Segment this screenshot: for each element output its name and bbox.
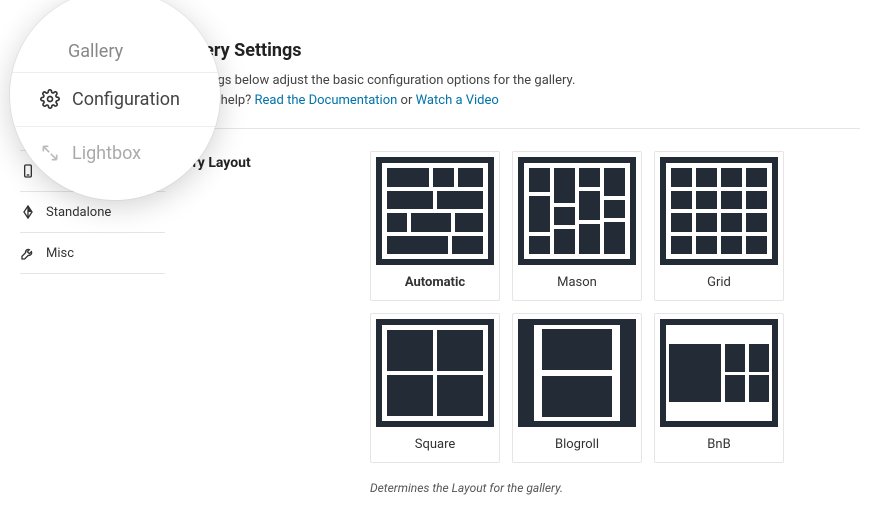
layout-row-label: ery Layout [185,151,370,171]
layout-option-bnb[interactable]: BnB [654,313,784,463]
magnifier-label: Gallery [68,41,123,62]
layout-option-label: Square [415,437,456,452]
page-title: allery Settings [185,40,860,61]
sidebar-item-misc[interactable]: Misc [20,232,165,274]
video-link[interactable]: Watch a Video [416,93,499,108]
wrench-icon [20,245,36,261]
layout-option-mason[interactable]: Mason [512,151,642,301]
layout-option-automatic[interactable]: Automatic [370,151,500,301]
standalone-icon [20,204,36,220]
layout-option-label: Automatic [405,275,465,290]
settings-description: settings below adjust the basic configur… [185,71,860,110]
layout-option-grid[interactable]: Grid [654,151,784,301]
layout-helper-text: Determines the Layout for the gallery. [370,481,860,495]
layout-option-blogroll[interactable]: Blogroll [512,313,642,463]
layout-option-label: Grid [707,275,731,290]
layout-option-label: Mason [557,275,597,290]
automatic-thumb [376,157,494,265]
magnifier-item-gallery[interactable]: Gallery [10,41,220,72]
documentation-link[interactable]: Read the Documentation [255,93,398,108]
section-divider [185,128,860,129]
mobile-icon [20,163,36,179]
square-thumb [376,319,494,427]
sidebar-item-label: Standalone [46,205,111,220]
mason-thumb [518,157,636,265]
magnifier-label: Lightbox [72,143,141,164]
bnb-thumb [660,319,778,427]
layout-option-label: BnB [707,437,730,452]
magnifier-label: Configuration [72,89,180,110]
blogroll-thumb [518,319,636,427]
gear-icon [40,89,60,109]
magnifier-item-configuration[interactable]: Configuration [10,72,220,126]
layout-option-square[interactable]: Square [370,313,500,463]
grid-thumb [660,157,778,265]
expand-icon [40,143,60,163]
sidebar-item-label: Misc [46,246,74,261]
settings-main: allery Settings settings below adjust th… [165,0,860,495]
layout-option-label: Blogroll [555,437,599,452]
